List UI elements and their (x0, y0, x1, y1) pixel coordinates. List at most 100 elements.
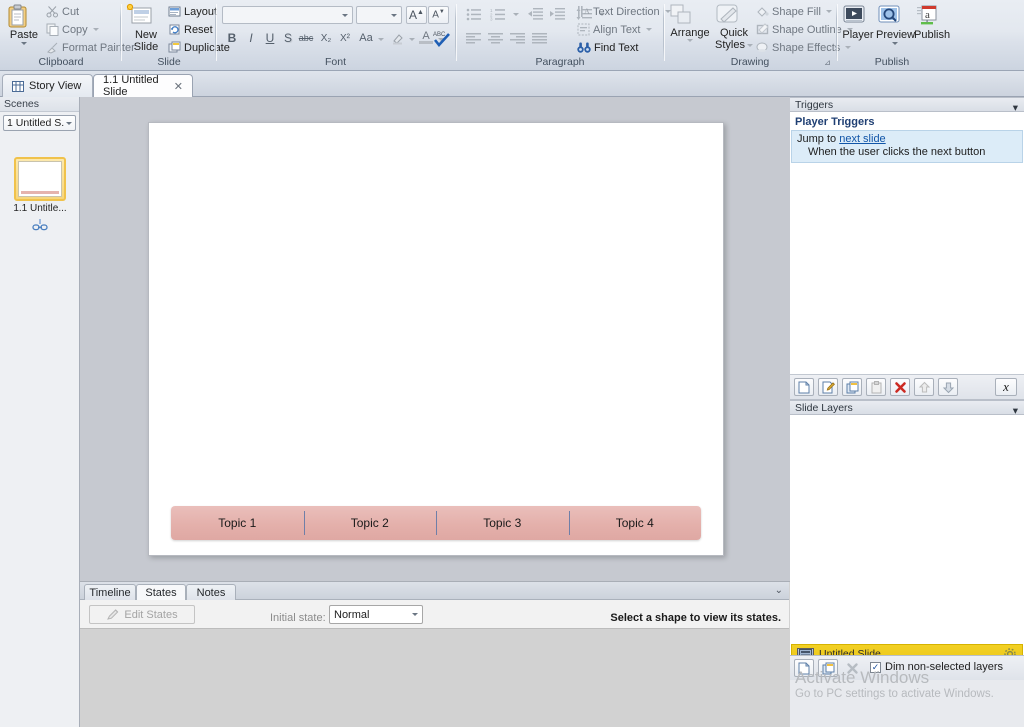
decrease-indent-button[interactable] (525, 5, 545, 23)
align-left-button[interactable] (463, 29, 483, 47)
delete-layer-button[interactable] (842, 659, 862, 677)
cut-button[interactable]: Cut (46, 5, 79, 18)
align-text-button[interactable]: Align Text (577, 23, 652, 36)
change-case-button[interactable]: Aa (357, 29, 375, 47)
shape-fill-caret[interactable] (825, 10, 832, 13)
ribbon-group-clipboard: Paste Cut Copy Format Painter Clipboard (0, 0, 135, 70)
tab-states-label: States (145, 586, 177, 599)
tab-story-view[interactable]: Story View (2, 74, 93, 97)
slide-layers-list[interactable]: Untitled Slide (790, 415, 1024, 664)
bold-button[interactable]: B (223, 29, 241, 47)
increase-indent-button[interactable] (547, 5, 567, 23)
slide-layers-panel-header[interactable]: Slide Layers ▾ (790, 400, 1024, 417)
paste-button[interactable]: Paste (5, 3, 43, 45)
copy-trigger-button[interactable] (842, 378, 862, 396)
tab-notes[interactable]: Notes (186, 584, 236, 600)
arrange-caret[interactable] (687, 39, 693, 42)
new-slide-button[interactable]: New Slide (126, 3, 166, 53)
bullets-button[interactable] (463, 5, 485, 23)
duplicate-icon (168, 41, 181, 54)
topic-button-1[interactable]: Topic 1 (171, 506, 304, 540)
slide-canvas-area[interactable]: Topic 1 Topic 2 Topic 3 Topic 4 (80, 97, 790, 581)
quick-styles-button[interactable]: Quick Styles (714, 3, 754, 51)
slide-canvas[interactable]: Topic 1 Topic 2 Topic 3 Topic 4 (148, 122, 724, 556)
grow-font-button[interactable]: A▲ (406, 6, 427, 24)
paste-trigger-button[interactable] (866, 378, 886, 396)
justify-button[interactable] (529, 29, 549, 47)
edit-states-button[interactable]: Edit States (89, 605, 195, 624)
text-highlight-button[interactable] (389, 29, 407, 47)
text-shadow-button[interactable]: S (279, 29, 297, 47)
text-highlight-caret[interactable] (409, 38, 415, 41)
font-size-caret[interactable] (391, 13, 397, 17)
superscript-icon: X² (340, 32, 350, 44)
tab-states[interactable]: States (136, 584, 186, 600)
triggers-panel-header[interactable]: Triggers ▾ (790, 97, 1024, 114)
strikethrough-button[interactable]: abc (297, 29, 315, 47)
slide-thumbnail-item[interactable]: 1.1 Untitle... (13, 157, 67, 231)
bottom-panel-collapse-caret[interactable]: ⌄ (775, 585, 783, 596)
edit-trigger-button[interactable] (818, 378, 838, 396)
change-case-caret[interactable] (378, 38, 384, 41)
find-text-button[interactable]: Find Text (577, 41, 638, 54)
topic-navigation-bar[interactable]: Topic 1 Topic 2 Topic 3 Topic 4 (171, 506, 701, 540)
numbered-list-icon: 123 (490, 8, 506, 21)
publish-button[interactable]: a Publish (914, 4, 950, 41)
italic-button[interactable]: I (242, 29, 260, 47)
align-text-caret[interactable] (645, 28, 652, 31)
tab-timeline[interactable]: Timeline (84, 584, 136, 600)
initial-state-select[interactable]: Normal (329, 605, 423, 624)
spelling-check-button[interactable]: ABC (431, 27, 453, 49)
subscript-button[interactable]: X₂ (317, 29, 335, 47)
font-family-caret[interactable] (342, 13, 348, 17)
preview-button[interactable]: Preview (876, 4, 915, 45)
numbering-caret[interactable] (513, 13, 519, 16)
numbering-button[interactable]: 123 (487, 5, 509, 23)
align-center-button[interactable] (485, 29, 505, 47)
bold-icon: B (227, 31, 237, 45)
underline-button[interactable]: U (261, 29, 279, 47)
font-family-combo[interactable] (222, 6, 353, 24)
shape-fill-button[interactable]: Shape Fill (756, 5, 832, 18)
new-layer-button[interactable] (794, 659, 814, 677)
checkbox-box[interactable]: ✓ (870, 661, 881, 673)
scene-selector[interactable]: 1 Untitled S... (3, 115, 76, 131)
shrink-font-button[interactable]: A▼ (428, 6, 449, 24)
new-trigger-button[interactable] (794, 378, 814, 396)
preview-caret[interactable] (892, 42, 898, 45)
trigger-target-link[interactable]: next slide (839, 133, 885, 145)
superscript-button[interactable]: X² (336, 29, 354, 47)
quick-styles-caret[interactable] (746, 43, 753, 47)
reset-button[interactable]: Reset (168, 23, 213, 36)
align-right-button[interactable] (507, 29, 527, 47)
move-up-button[interactable] (914, 378, 934, 396)
topic-button-2[interactable]: Topic 2 (303, 506, 437, 540)
storyline-application-window: Paste Cut Copy Format Painter Clipboard … (0, 0, 1024, 727)
dim-non-selected-layers-checkbox[interactable]: ✓ Dim non-selected layers (870, 661, 1003, 673)
arrange-button[interactable]: Arrange (668, 3, 712, 42)
text-direction-button[interactable]: A Text Direction (577, 5, 671, 18)
font-size-combo[interactable] (356, 6, 402, 24)
scene-selector-caret[interactable] (66, 121, 72, 125)
topic-button-4[interactable]: Topic 4 (568, 506, 702, 540)
topic-button-3[interactable]: Topic 3 (436, 506, 569, 540)
find-text-label: Find Text (594, 41, 639, 54)
trigger-item[interactable]: Jump to next slide When the user clicks … (791, 130, 1023, 163)
text-direction-label: Text Direction (593, 5, 660, 18)
move-down-button[interactable] (938, 378, 958, 396)
copy-dropdown-caret[interactable] (92, 28, 99, 31)
trigger-variables-button[interactable]: x (995, 378, 1017, 396)
slide-thumbnail-selected[interactable] (14, 157, 66, 201)
align-center-icon (487, 32, 503, 44)
svg-text:3: 3 (490, 16, 493, 20)
tab-close-icon[interactable]: ✕ (174, 80, 183, 93)
copy-button[interactable]: Copy (46, 23, 99, 36)
highlighter-icon (391, 32, 405, 45)
triggers-list[interactable]: Player Triggers Jump to next slide When … (790, 112, 1024, 375)
duplicate-layer-button[interactable] (818, 659, 838, 677)
delete-trigger-button[interactable] (890, 378, 910, 396)
player-button[interactable]: Player (841, 4, 875, 41)
initial-state-caret[interactable] (412, 613, 418, 616)
paste-dropdown-caret[interactable] (21, 42, 27, 45)
tab-untitled-slide[interactable]: 1.1 Untitled Slide ✕ (93, 74, 193, 98)
